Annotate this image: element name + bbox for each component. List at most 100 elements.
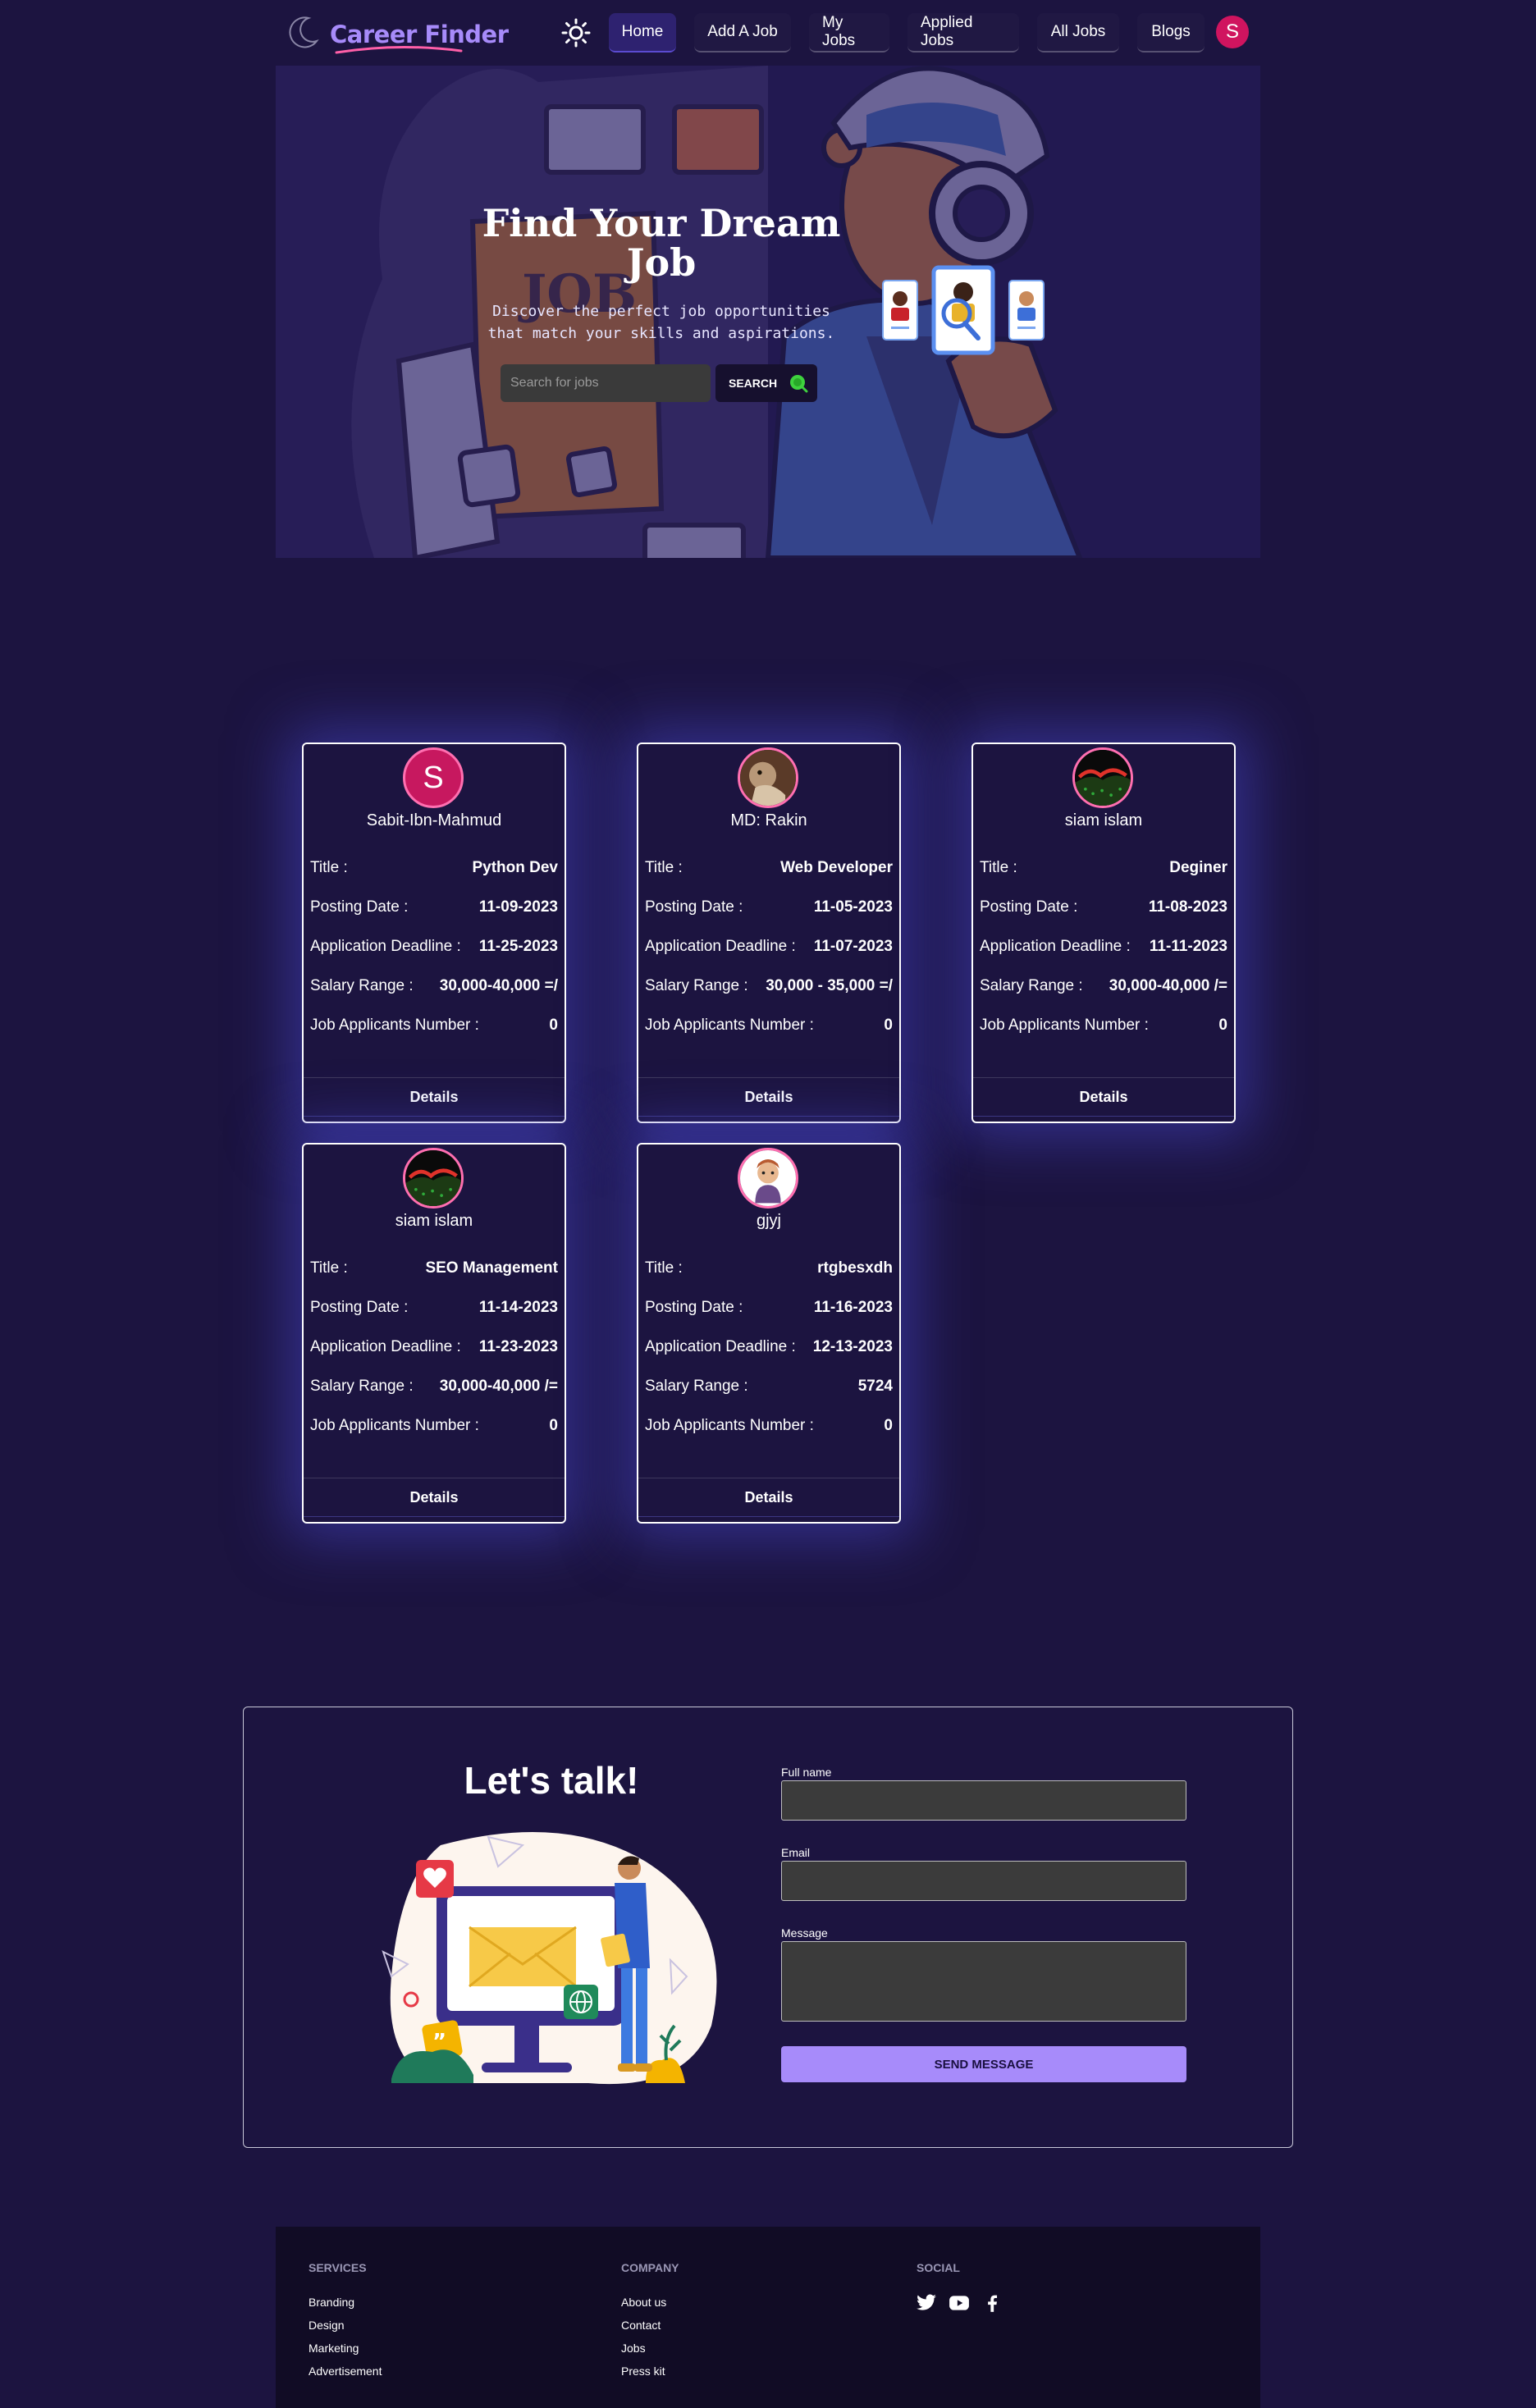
posting-date-row: Posting Date : 11-08-2023 [980, 897, 1227, 918]
footer-link-jobs[interactable]: Jobs [621, 2342, 646, 2355]
posting-date-row: Posting Date : 11-05-2023 [645, 897, 893, 918]
logo-underline-swoosh [335, 45, 463, 54]
poster-avatar [738, 1148, 798, 1209]
salary-range-label: Salary Range : [645, 977, 748, 994]
application-deadline-label: Application Deadline : [310, 938, 461, 955]
applicants-count-label: Job Applicants Number : [645, 1417, 814, 1434]
job-title-label: Title : [310, 859, 348, 876]
footer-link-marketing[interactable]: Marketing [309, 2342, 359, 2355]
email-field[interactable] [781, 1861, 1186, 1901]
applicants-count-row: Job Applicants Number : 0 [645, 1015, 893, 1036]
applicants-count-value: 0 [884, 1417, 893, 1434]
application-deadline-row: Application Deadline : 11-11-2023 [980, 936, 1227, 957]
application-deadline-row: Application Deadline : 11-07-2023 [645, 936, 893, 957]
posting-date-value: 11-09-2023 [478, 898, 558, 916]
job-search-input[interactable] [501, 364, 711, 402]
applicants-count-value: 0 [884, 1017, 893, 1034]
nav-all-jobs[interactable]: All Jobs [1037, 13, 1119, 53]
applicants-count-label: Job Applicants Number : [645, 1017, 814, 1034]
footer-link-about-us[interactable]: About us [621, 2296, 666, 2309]
job-title-label: Title : [310, 1259, 348, 1277]
posting-date-value: 11-14-2023 [478, 1299, 558, 1316]
email-label: Email [781, 1846, 811, 1859]
application-deadline-label: Application Deadline : [645, 1338, 796, 1355]
salary-range-label: Salary Range : [980, 977, 1083, 994]
application-deadline-value: 11-07-2023 [813, 938, 893, 955]
poster-avatar [1072, 747, 1133, 808]
nav-applied-jobs[interactable]: Applied Jobs [907, 13, 1019, 53]
applicants-count-value: 0 [1218, 1017, 1227, 1034]
twitter-icon[interactable] [916, 2292, 937, 2314]
details-button[interactable]: Details [638, 1077, 899, 1117]
details-button[interactable]: Details [638, 1478, 899, 1517]
nav-home[interactable]: Home [609, 13, 676, 53]
message-field[interactable] [781, 1941, 1186, 2022]
nav-my-jobs[interactable]: My Jobs [809, 13, 889, 53]
details-button[interactable]: Details [304, 1478, 565, 1517]
application-deadline-value: 12-13-2023 [812, 1338, 893, 1355]
footer-link-contact[interactable]: Contact [621, 2319, 661, 2332]
sun-icon[interactable] [561, 18, 591, 48]
youtube-icon[interactable] [949, 2292, 970, 2314]
job-title-row: Title : Python Dev [310, 857, 558, 879]
poster-name: siam islam [1064, 811, 1143, 829]
footer: SERVICES Branding Design Marketing Adver… [276, 2227, 1260, 2408]
salary-range-value: 30,000-40,000 /= [439, 1378, 558, 1395]
fullname-field[interactable] [781, 1780, 1186, 1821]
salary-range-value: 30,000-40,000 =/ [439, 977, 558, 994]
job-title-row: Title : Web Developer [645, 857, 893, 879]
job-title-value: Deginer [1169, 859, 1227, 876]
hero-title: Find Your Dream Job [482, 201, 841, 285]
poster-avatar [738, 747, 798, 808]
details-button[interactable]: Details [973, 1077, 1234, 1117]
salary-range-label: Salary Range : [310, 977, 414, 994]
salary-range-row: Salary Range : 30,000 - 35,000 =/ [645, 976, 893, 997]
salary-range-value: 30,000-40,000 /= [1109, 977, 1227, 994]
details-button[interactable]: Details [304, 1077, 565, 1117]
applicants-count-row: Job Applicants Number : 0 [310, 1415, 558, 1437]
applicants-count-label: Job Applicants Number : [310, 1417, 479, 1434]
job-card: MD: Rakin Title : Web Developer Posting … [637, 743, 901, 1123]
search-icon [790, 375, 808, 393]
job-title-value: SEO Management [425, 1259, 558, 1277]
nav-add-job[interactable]: Add A Job [694, 13, 791, 53]
facebook-icon[interactable] [981, 2292, 1003, 2314]
job-title-label: Title : [645, 859, 683, 876]
hero-subtitle: Discover the perfect job opportunities t… [487, 303, 835, 342]
job-title-label: Title : [980, 859, 1017, 876]
poster-avatar [403, 1148, 464, 1209]
application-deadline-value: 11-11-2023 [1149, 938, 1227, 955]
salary-range-row: Salary Range : 30,000-40,000 /= [980, 976, 1227, 997]
applicants-count-label: Job Applicants Number : [310, 1017, 479, 1034]
application-deadline-value: 11-23-2023 [478, 1338, 558, 1355]
search-button[interactable]: SEARCH [715, 364, 817, 402]
posting-date-label: Posting Date : [645, 898, 743, 916]
application-deadline-row: Application Deadline : 12-13-2023 [645, 1337, 893, 1358]
user-avatar[interactable]: S [1216, 16, 1249, 48]
salary-range-row: Salary Range : 30,000-40,000 /= [310, 1376, 558, 1397]
job-title-row: Title : Deginer [980, 857, 1227, 879]
applicants-count-value: 0 [549, 1417, 558, 1434]
posting-date-row: Posting Date : 11-09-2023 [310, 897, 558, 918]
poster-avatar: S [403, 747, 464, 808]
application-deadline-row: Application Deadline : 11-25-2023 [310, 936, 558, 957]
footer-link-branding[interactable]: Branding [309, 2296, 354, 2309]
applicants-count-value: 0 [549, 1017, 558, 1034]
footer-link-advertisement[interactable]: Advertisement [309, 2365, 382, 2378]
nav-blogs[interactable]: Blogs [1137, 13, 1205, 53]
job-title-row: Title : rtgbesxdh [645, 1258, 893, 1279]
job-title-value: Python Dev [472, 859, 558, 876]
job-card: siam islam Title : SEO Management Postin… [302, 1143, 566, 1524]
posting-date-value: 11-05-2023 [813, 898, 893, 916]
footer-link-press-kit[interactable]: Press kit [621, 2365, 665, 2378]
posting-date-row: Posting Date : 11-16-2023 [645, 1297, 893, 1318]
application-deadline-label: Application Deadline : [980, 938, 1131, 955]
applicants-count-row: Job Applicants Number : 0 [645, 1415, 893, 1437]
posting-date-row: Posting Date : 11-14-2023 [310, 1297, 558, 1318]
job-card: gjyj Title : rtgbesxdh Posting Date : 11… [637, 1143, 901, 1524]
send-message-button[interactable]: SEND MESSAGE [781, 2046, 1186, 2082]
navbar: Career Finder Home Add A Job My Jobs App… [276, 0, 1260, 66]
applicants-count-row: Job Applicants Number : 0 [310, 1015, 558, 1036]
footer-link-design[interactable]: Design [309, 2319, 345, 2332]
posting-date-label: Posting Date : [310, 898, 409, 916]
